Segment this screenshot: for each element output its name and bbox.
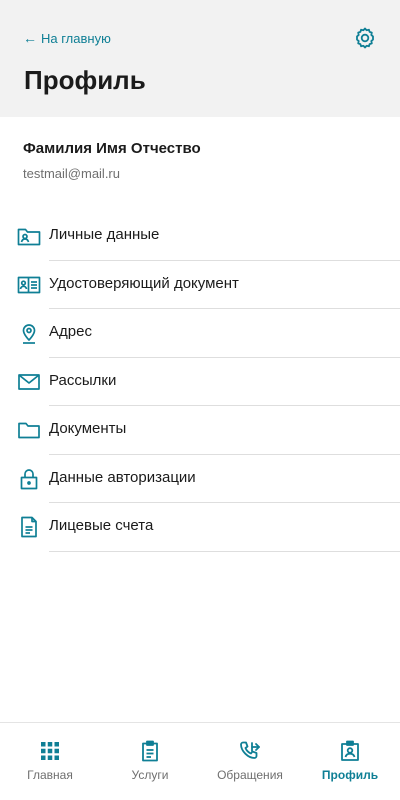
nav-tab-home[interactable]: Главная: [0, 723, 100, 800]
nav-label: Главная: [27, 768, 73, 782]
menu-item-identity-document[interactable]: Удостоверяющий документ: [0, 261, 400, 309]
envelope-icon: [17, 370, 41, 394]
nav-tab-services[interactable]: Услуги: [100, 723, 200, 800]
menu-item-personal-accounts[interactable]: Лицевые счета: [0, 503, 400, 552]
menu-item-label: Адрес: [49, 323, 92, 340]
menu-item-label: Лицевые счета: [49, 517, 154, 534]
menu-item-label: Удостоверяющий документ: [49, 274, 239, 292]
profile-menu: Личные данные Удостоверяющий документ Ад…: [0, 212, 400, 552]
document-icon: [17, 515, 41, 539]
nav-tab-requests[interactable]: Обращения: [200, 723, 300, 800]
menu-item-authorization-data[interactable]: Данные авторизации: [0, 455, 400, 503]
bottom-navigation: Главная Услуги Обращения Профиль: [0, 722, 400, 800]
folder-icon: [17, 418, 41, 442]
grid-icon: [39, 740, 61, 762]
header: ← На главную Профиль: [0, 0, 400, 117]
back-to-home-link[interactable]: ← На главную: [23, 29, 111, 47]
profile-screen: ← На главную Профиль Фамилия Имя Отчеств…: [0, 0, 400, 800]
menu-item-address[interactable]: Адрес: [0, 309, 400, 358]
menu-item-label: Рассылки: [49, 371, 117, 389]
location-pin-icon: [17, 321, 41, 345]
gear-icon[interactable]: [353, 26, 377, 50]
divider: [49, 550, 400, 552]
menu-item-label: Личные данные: [49, 226, 160, 243]
phone-forward-icon: [239, 740, 261, 762]
id-card-icon: [17, 273, 41, 297]
profile-badge-icon: [339, 740, 361, 762]
arrow-left-icon: ←: [23, 30, 37, 46]
nav-tab-profile[interactable]: Профиль: [300, 723, 400, 800]
menu-item-label: Документы: [49, 420, 127, 437]
nav-label: Услуги: [131, 768, 169, 782]
clipboard-icon: [139, 740, 161, 762]
menu-item-personal-data[interactable]: Личные данные: [0, 212, 400, 261]
user-full-name: Фамилия Имя Отчество: [23, 140, 201, 157]
nav-label: Обращения: [217, 768, 283, 782]
user-email: testmail@mail.ru: [23, 166, 120, 181]
menu-item-mailings[interactable]: Рассылки: [0, 358, 400, 406]
back-link-label: На главную: [41, 30, 111, 46]
lock-icon: [17, 467, 41, 491]
nav-label: Профиль: [321, 768, 379, 782]
id-folder-icon: [17, 224, 41, 248]
menu-item-documents[interactable]: Документы: [0, 406, 400, 455]
page-title: Профиль: [24, 65, 146, 95]
menu-item-label: Данные авторизации: [49, 468, 196, 486]
